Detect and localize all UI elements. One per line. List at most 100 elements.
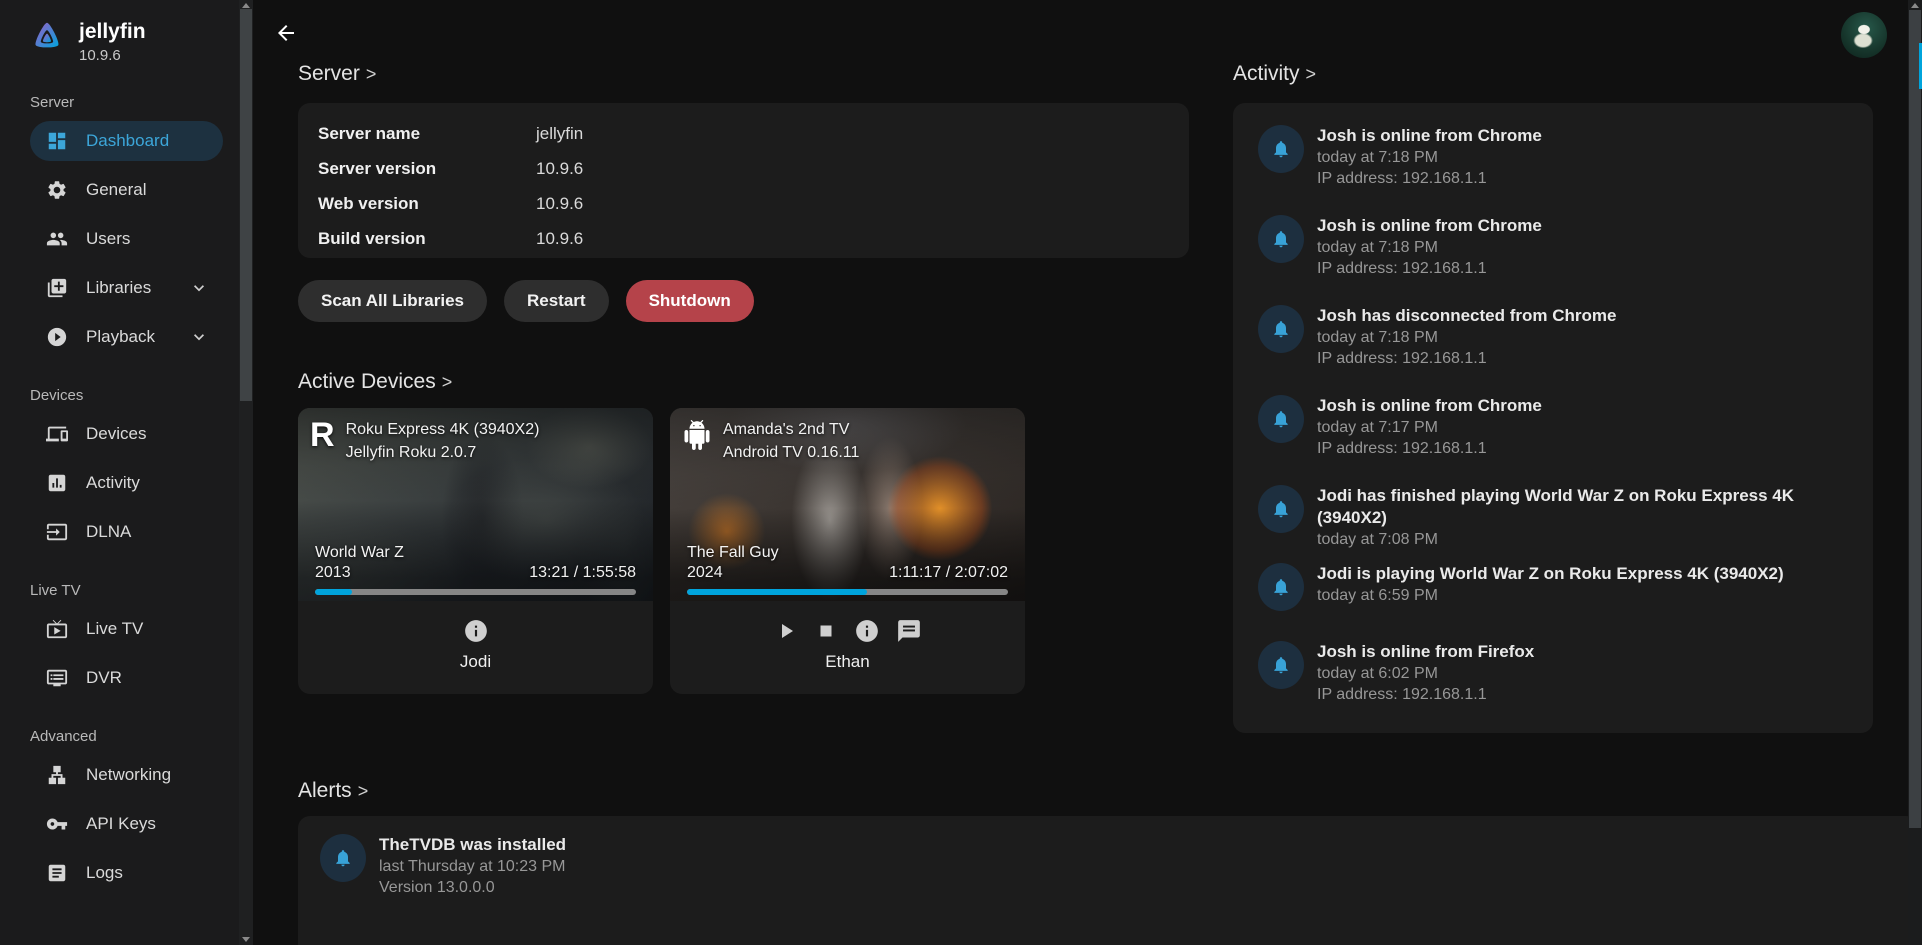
bell-icon <box>1271 319 1291 339</box>
sidebar-item-devices[interactable]: Devices <box>30 414 223 454</box>
key-icon <box>46 813 68 835</box>
activity-entry: Josh has disconnected from Chrome today … <box>1258 305 1853 395</box>
app-header: jellyfin 10.9.6 <box>0 0 253 64</box>
sidebar-item-label: Activity <box>86 473 140 493</box>
playback-progressbar <box>315 589 636 595</box>
sidebar-item-networking[interactable]: Networking <box>30 755 223 795</box>
playback-time: 13:21 / 1:55:58 <box>529 563 636 583</box>
session-user: Ethan <box>825 652 869 672</box>
server-section-heading[interactable]: Server> <box>298 62 376 86</box>
alert-avatar <box>320 834 366 882</box>
android-robot-icon <box>682 420 712 450</box>
sidebar-item-label: Dashboard <box>86 131 169 151</box>
roku-logo-icon: R <box>310 417 335 453</box>
device-card-android-tv: Amanda's 2nd TV Android TV 0.16.11 The F… <box>670 408 1025 694</box>
activity-entry: Josh is online from Chrome today at 7:17… <box>1258 395 1853 485</box>
chevron-right-icon: > <box>442 372 453 392</box>
sidebar-item-live-tv[interactable]: Live TV <box>30 609 223 649</box>
activity-avatar <box>1258 215 1304 263</box>
stop-icon[interactable] <box>814 619 838 643</box>
sidebar-item-label: DLNA <box>86 522 131 542</box>
activity-entry: Jodi has finished playing World War Z on… <box>1258 485 1853 563</box>
alerts-card: TheTVDB was installed last Thursday at 1… <box>298 816 1918 945</box>
sidebar-item-label: DVR <box>86 668 122 688</box>
sidebar-item-api-keys[interactable]: API Keys <box>30 804 223 844</box>
back-arrow-icon[interactable] <box>274 21 298 45</box>
sidebar-item-label: Live TV <box>86 619 143 639</box>
sidebar-item-users[interactable]: Users <box>30 219 223 259</box>
activity-avatar <box>1258 125 1304 173</box>
sidebar-item-dashboard[interactable]: Dashboard <box>30 121 223 161</box>
server-info-row: Web version 10.9.6 <box>318 186 1169 221</box>
app-version: 10.9.6 <box>79 47 146 64</box>
chevron-down-icon[interactable] <box>189 327 209 347</box>
sidebar-scrollbar <box>239 0 253 945</box>
users-icon <box>46 228 68 250</box>
user-avatar[interactable] <box>1841 12 1887 58</box>
chevron-down-icon[interactable] <box>189 278 209 298</box>
info-icon[interactable] <box>463 618 489 644</box>
client-version: Android TV 0.16.11 <box>723 442 859 463</box>
input-icon <box>46 521 68 543</box>
info-icon[interactable] <box>854 618 880 644</box>
server-info-row: Server name jellyfin <box>318 116 1169 151</box>
sidebar: jellyfin 10.9.6 Server Dashboard General… <box>0 0 253 945</box>
activity-heading[interactable]: Activity> <box>1233 62 1316 86</box>
bell-icon <box>333 848 353 868</box>
sidebar-item-label: Logs <box>86 863 123 883</box>
sidebar-item-label: Devices <box>86 424 146 444</box>
alerts-heading[interactable]: Alerts> <box>298 779 368 803</box>
sidebar-item-logs[interactable]: Logs <box>30 853 223 893</box>
playback-progress-fill <box>687 589 867 595</box>
device-name: Amanda's 2nd TV <box>723 419 859 440</box>
chat-icon[interactable] <box>896 618 922 644</box>
gear-icon <box>46 179 68 201</box>
lan-icon <box>46 764 68 786</box>
sidebar-item-general[interactable]: General <box>30 170 223 210</box>
sidebar-item-libraries[interactable]: Libraries <box>30 268 223 308</box>
sidebar-item-dlna[interactable]: DLNA <box>30 512 223 552</box>
app-title: jellyfin <box>79 20 146 44</box>
dashboard-icon <box>46 130 68 152</box>
alert-entry: TheTVDB was installed last Thursday at 1… <box>320 834 1898 929</box>
scroll-down-icon[interactable] <box>242 937 250 942</box>
scroll-up-icon[interactable] <box>1911 3 1919 8</box>
active-devices-heading[interactable]: Active Devices> <box>298 370 452 394</box>
play-icon[interactable] <box>774 619 798 643</box>
scan-all-libraries-button[interactable]: Scan All Libraries <box>298 280 487 322</box>
chevron-right-icon: > <box>1306 64 1317 84</box>
document-icon <box>46 862 68 884</box>
dvr-icon <box>46 667 68 689</box>
now-playing-backdrop: R Roku Express 4K (3940X2) Jellyfin Roku… <box>298 408 653 601</box>
device-card-footer: Ethan <box>670 601 1025 694</box>
shutdown-button[interactable]: Shutdown <box>626 280 754 322</box>
server-info-row: Build version 10.9.6 <box>318 221 1169 256</box>
device-name: Roku Express 4K (3940X2) <box>346 419 540 440</box>
activity-entry: Josh is online from Chrome today at 7:18… <box>1258 215 1853 305</box>
sidebar-item-label: Libraries <box>86 278 151 298</box>
sidebar-scrollbar-thumb[interactable] <box>240 9 252 401</box>
sidebar-item-label: Networking <box>86 765 171 785</box>
activity-entry: Jodi is playing World War Z on Roku Expr… <box>1258 563 1853 641</box>
main-scrollbar-thumb[interactable] <box>1909 10 1921 828</box>
sidebar-item-dvr[interactable]: DVR <box>30 658 223 698</box>
chevron-right-icon: > <box>366 64 377 84</box>
jellyfin-logo-icon <box>30 20 64 58</box>
section-label-advanced: Advanced <box>30 728 253 745</box>
devices-icon <box>46 423 68 445</box>
playback-progressbar <box>687 589 1008 595</box>
sidebar-item-playback[interactable]: Playback <box>30 317 223 357</box>
scroll-up-icon[interactable] <box>242 3 250 8</box>
main-content: Server> Server name jellyfin Server vers… <box>253 0 1922 945</box>
media-year: 2013 <box>315 563 351 583</box>
restart-button[interactable]: Restart <box>504 280 609 322</box>
sidebar-item-label: API Keys <box>86 814 156 834</box>
bell-icon <box>1271 409 1291 429</box>
section-label-server: Server <box>30 94 253 111</box>
play-circle-icon <box>46 326 68 348</box>
activity-entry: Josh is online from Firefox today at 6:0… <box>1258 641 1853 731</box>
activity-avatar <box>1258 641 1304 689</box>
bell-icon <box>1271 655 1291 675</box>
sidebar-item-activity[interactable]: Activity <box>30 463 223 503</box>
playback-time: 1:11:17 / 2:07:02 <box>889 563 1008 583</box>
